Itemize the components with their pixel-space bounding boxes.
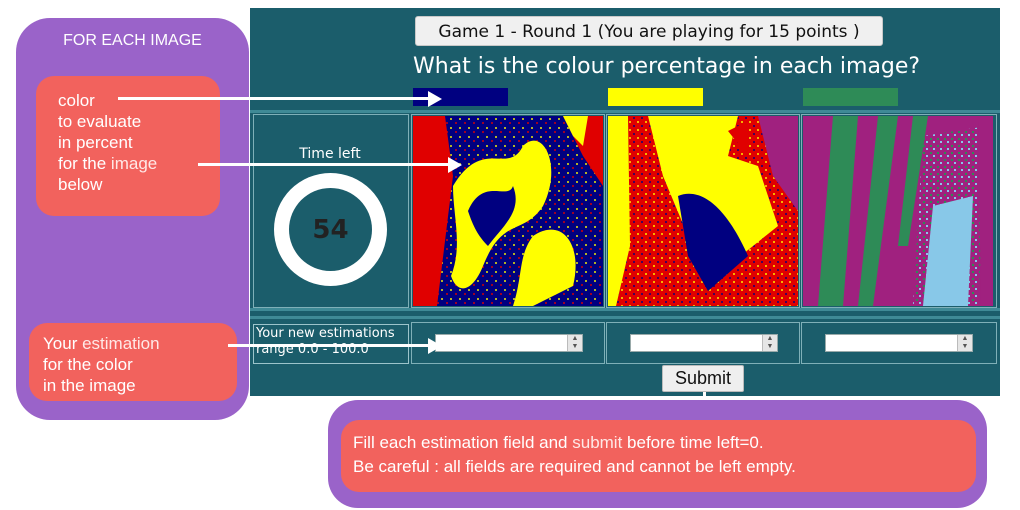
color-image-3 [803,116,993,306]
timer-ring-inner: 54 [289,188,372,271]
spinner-icon[interactable]: ▲ ▼ [567,335,582,351]
left-panel-title: FOR EACH IMAGE [63,32,202,49]
color-image-2-graphic [608,116,798,306]
color-image-3-graphic [803,116,993,306]
round-title-button[interactable]: Game 1 - Round 1 (You are playing for 15… [415,16,883,46]
callout-line: in the image [43,376,136,395]
row-divider [250,316,1000,319]
callout-highlight: submit [572,433,623,452]
spinner-icon[interactable]: ▲ ▼ [957,335,972,351]
arrow-head-icon [448,157,462,173]
submit-button[interactable]: Submit [662,365,744,392]
swatch-yellow [608,88,703,106]
color-image-1-graphic [413,116,603,306]
estimation-input-1[interactable] [435,334,583,352]
arrow-to-image [198,163,448,166]
callout-line: Fill each estimation field and submit be… [353,431,966,455]
callout-text: Fill each estimation field and [353,433,573,452]
row-divider [250,308,1000,311]
color-image-1 [413,116,603,306]
bottom-callout: Fill each estimation field and submit be… [341,420,976,492]
spinner-icon[interactable]: ▲ ▼ [762,335,777,351]
callout-line: for the color [43,355,133,374]
estimation-input-3[interactable] [825,334,973,352]
callout-text: for the [58,154,111,173]
row-divider [250,110,1000,113]
callout-line: color [58,91,95,110]
callout-text: Your [43,334,83,353]
callout-line: Your estimation [43,333,227,354]
callout-highlight: estimation [82,334,160,353]
callout-line: to evaluate [58,112,142,131]
callout-highlight: image [110,154,158,173]
callout-line: below [58,175,103,194]
color-image-2 [608,116,798,306]
timer-value: 54 [312,214,349,245]
callout-line: in percent [58,133,133,152]
game-area: Game 1 - Round 1 (You are playing for 15… [250,8,1000,396]
arrow-to-swatch [118,97,428,100]
swatch-green [803,88,898,106]
arrow-head-icon [428,91,442,107]
question-heading: What is the colour percentage in each im… [413,54,921,79]
estimation-input-2[interactable] [630,334,778,352]
arrow-to-input [228,344,428,347]
callout-line: for the image [58,153,210,174]
callout-text: before time left=0. [622,433,764,452]
arrow-head-icon [428,338,442,354]
timer-ring: 54 [274,173,387,286]
estimation-callout: Your estimation for the color in the ima… [29,323,237,401]
timer-label: Time left [299,146,361,162]
callout-line: Be careful : all fields are required and… [353,457,796,476]
